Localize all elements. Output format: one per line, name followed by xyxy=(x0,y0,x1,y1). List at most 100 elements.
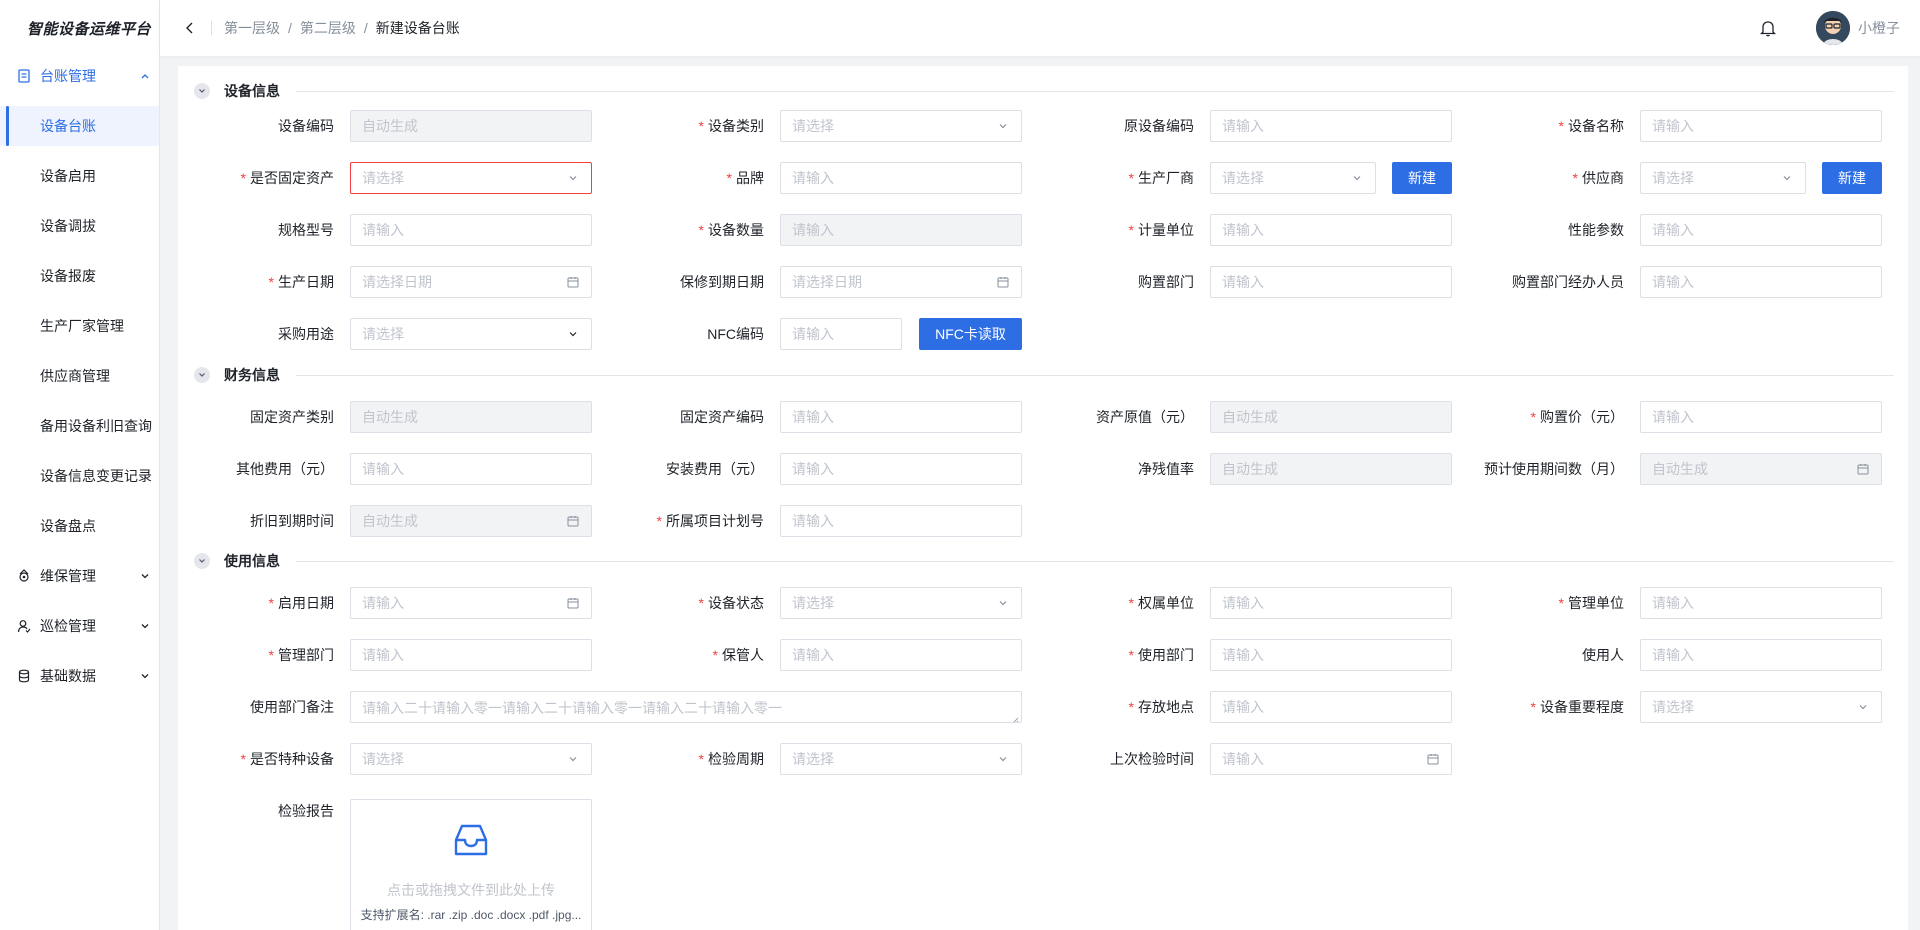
breadcrumb-current: 新建设备台账 xyxy=(375,20,460,36)
purpose-select[interactable]: 请选择 xyxy=(350,318,592,350)
field-label-orig-code: 原设备编码 xyxy=(1124,118,1194,134)
section-device-info: 设备信息 xyxy=(194,81,1894,101)
purchase-dept-input[interactable]: 请输入 xyxy=(1210,266,1452,298)
section-usage-info: 使用信息 xyxy=(194,551,1894,571)
nfc-input[interactable]: 请输入 xyxy=(780,318,902,350)
user-input[interactable]: 请输入 xyxy=(1640,639,1882,671)
owner-unit-input[interactable]: 请输入 xyxy=(1210,587,1452,619)
sidebar-item-spare-query[interactable]: 备用设备利旧查询 xyxy=(0,406,159,446)
chevron-up-icon xyxy=(139,70,151,82)
field-label-purchase-handler: 购置部门经办人员 xyxy=(1512,274,1624,290)
collapse-toggle-icon[interactable] xyxy=(194,553,210,569)
sidebar-item-inventory[interactable]: 设备盘点 xyxy=(0,506,159,546)
is-special-select[interactable]: 请选择 xyxy=(350,743,592,775)
purchase-handler-input[interactable]: 请输入 xyxy=(1640,266,1882,298)
field-label-brand: * 品牌 xyxy=(726,170,764,186)
mgmt-unit-input[interactable]: 请输入 xyxy=(1640,587,1882,619)
field-label-manufacturer: * 生产厂商 xyxy=(1128,170,1194,186)
field-label-asset-code: 固定资产编码 xyxy=(680,409,764,425)
orig-code-input[interactable]: 请输入 xyxy=(1210,110,1452,142)
database-icon xyxy=(16,668,32,684)
device-name-input[interactable]: 请输入 xyxy=(1640,110,1882,142)
install-cost-input[interactable]: 请输入 xyxy=(780,453,1022,485)
breadcrumb-separator: / xyxy=(363,20,368,36)
calendar-icon xyxy=(566,275,580,289)
nfc-read-button[interactable]: NFC卡读取 xyxy=(919,318,1022,350)
menu-group-label: 台账管理 xyxy=(40,68,96,84)
start-date-picker[interactable]: 请输入 xyxy=(350,587,592,619)
brand-input[interactable]: 请输入 xyxy=(780,162,1022,194)
is-fixed-asset-select[interactable]: 请选择 xyxy=(350,162,592,194)
sidebar-item-device-scrap[interactable]: 设备报废 xyxy=(0,256,159,296)
new-manufacturer-button[interactable]: 新建 xyxy=(1392,162,1452,194)
section-divider xyxy=(296,90,1894,92)
sidebar-item-change-log[interactable]: 设备信息变更记录 xyxy=(0,456,159,496)
sidebar-item-manufacturer[interactable]: 生产厂家管理 xyxy=(0,306,159,346)
chevron-down-icon xyxy=(566,752,580,766)
field-label-owner-unit: * 权属单位 xyxy=(1128,595,1194,611)
chevron-down-icon xyxy=(1856,700,1870,714)
supplier-select[interactable]: 请选择 xyxy=(1640,162,1806,194)
field-label-dept-note: 使用部门备注 xyxy=(250,699,334,715)
chevron-down-icon xyxy=(139,670,151,682)
section-title: 使用信息 xyxy=(224,553,280,569)
model-input[interactable]: 请输入 xyxy=(350,214,592,246)
field-label-model: 规格型号 xyxy=(278,222,334,238)
collapse-toggle-icon[interactable] xyxy=(194,367,210,383)
calendar-icon xyxy=(566,514,580,528)
unit-input[interactable]: 请输入 xyxy=(1210,214,1452,246)
dept-note-textarea[interactable]: 请输入二十请输入零一请输入二十请输入零一请输入二十请输入零一 xyxy=(350,691,1022,723)
field-label-asset-category: 固定资产类别 xyxy=(250,409,334,425)
document-icon xyxy=(16,68,32,84)
username[interactable]: 小橙子 xyxy=(1858,18,1900,38)
importance-select[interactable]: 请选择 xyxy=(1640,691,1882,723)
breadcrumb-separator: / xyxy=(288,20,292,36)
collapse-toggle-icon[interactable] xyxy=(194,83,210,99)
sidebar-item-device-transfer[interactable]: 设备调拔 xyxy=(0,206,159,246)
other-cost-input[interactable]: 请输入 xyxy=(350,453,592,485)
section-divider xyxy=(296,560,1894,562)
field-label-residual-rate: 净残值率 xyxy=(1138,461,1194,477)
breadcrumb-level-2[interactable]: 第二层级 xyxy=(300,18,356,38)
use-dept-input[interactable]: 请输入 xyxy=(1210,639,1452,671)
mgmt-dept-input[interactable]: 请输入 xyxy=(350,639,592,671)
back-arrow-icon[interactable] xyxy=(183,21,197,35)
sidebar-item-device-ledger[interactable]: 设备台账 xyxy=(0,106,159,146)
asset-code-input[interactable]: 请输入 xyxy=(780,401,1022,433)
field-label-importance: * 设备重要程度 xyxy=(1530,699,1624,715)
breadcrumb-level-1[interactable]: 第一层级 xyxy=(224,18,280,38)
sidebar-item-device-enable[interactable]: 设备启用 xyxy=(0,156,159,196)
section-title: 财务信息 xyxy=(224,367,280,383)
sidebar-item-supplier[interactable]: 供应商管理 xyxy=(0,356,159,396)
prod-date-picker[interactable]: 请选择日期 xyxy=(350,266,592,298)
project-no-input[interactable]: 请输入 xyxy=(780,505,1022,537)
performance-input[interactable]: 请输入 xyxy=(1640,214,1882,246)
menu-group-maintenance[interactable]: 维保管理 xyxy=(0,556,159,596)
custodian-input[interactable]: 请输入 xyxy=(780,639,1022,671)
warranty-date-picker[interactable]: 请选择日期 xyxy=(780,266,1022,298)
section-divider xyxy=(296,374,1894,376)
device-category-select[interactable]: 请选择 xyxy=(780,110,1022,142)
last-inspect-picker[interactable]: 请输入 xyxy=(1210,743,1452,775)
field-label-start-date: * 启用日期 xyxy=(268,595,334,611)
menu-group-label: 基础数据 xyxy=(40,668,96,684)
status-select[interactable]: 请选择 xyxy=(780,587,1022,619)
bell-icon[interactable] xyxy=(1758,18,1778,38)
manufacturer-select[interactable]: 请选择 xyxy=(1210,162,1376,194)
location-input[interactable]: 请输入 xyxy=(1210,691,1452,723)
device-code-input: 自动生成 xyxy=(350,110,592,142)
menu-group-base-data[interactable]: 基础数据 xyxy=(0,656,159,696)
menu-group-inspection[interactable]: 巡检管理 xyxy=(0,606,159,646)
purchase-price-input[interactable]: 请输入 xyxy=(1640,401,1882,433)
field-label-other-cost: 其他费用（元） xyxy=(236,461,334,477)
menu-group-ledger[interactable]: 台账管理 xyxy=(0,56,159,96)
residual-rate-input: 自动生成 xyxy=(1210,453,1452,485)
avatar[interactable] xyxy=(1816,11,1850,45)
upload-instruction: 点击或拖拽文件到此处上传 xyxy=(387,882,555,898)
calendar-icon xyxy=(996,275,1010,289)
form-panel: 设备信息 设备编码 自动生成 * 设备类别 请选择 原设备编码 请输入 * 设备名称… xyxy=(178,66,1908,930)
file-upload-dropzone[interactable]: 点击或拖拽文件到此处上传 支持扩展名: .rar .zip .doc .docx… xyxy=(350,799,592,930)
chevron-down-icon xyxy=(139,620,151,632)
inspect-cycle-select[interactable]: 请选择 xyxy=(780,743,1022,775)
new-supplier-button[interactable]: 新建 xyxy=(1822,162,1882,194)
